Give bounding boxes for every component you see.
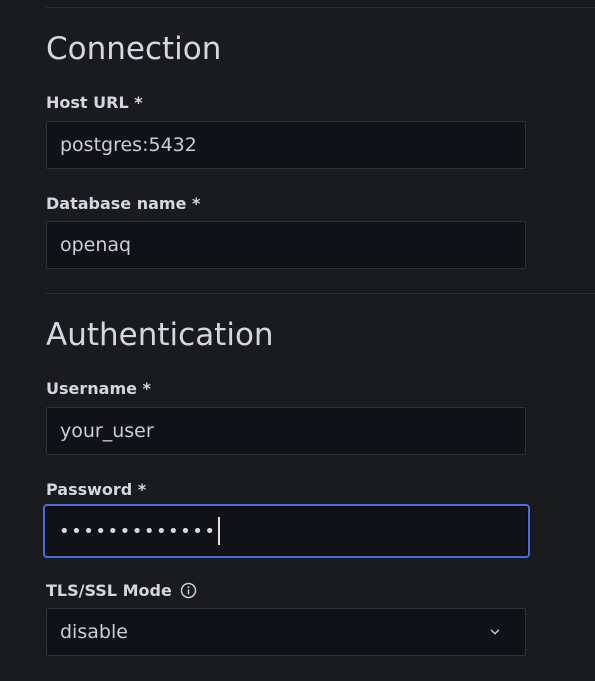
password-input[interactable]: ••••••••••••• xyxy=(43,504,530,558)
tls-ssl-mode-select[interactable]: disable xyxy=(46,608,526,656)
password-label: Password * xyxy=(46,480,147,499)
tls-ssl-mode-value: disable xyxy=(60,621,128,643)
database-name-label: Database name * xyxy=(46,194,201,213)
username-input[interactable] xyxy=(46,407,526,455)
info-icon[interactable] xyxy=(180,582,197,599)
section-divider xyxy=(46,293,595,294)
section-title-connection: Connection xyxy=(46,31,222,67)
text-caret xyxy=(217,517,220,545)
tls-ssl-mode-label-text: TLS/SSL Mode xyxy=(46,580,172,600)
host-url-input[interactable] xyxy=(46,121,526,169)
host-url-label: Host URL * xyxy=(46,93,143,112)
tls-ssl-mode-label: TLS/SSL Mode xyxy=(46,582,197,599)
top-divider xyxy=(46,7,595,8)
database-name-input[interactable] xyxy=(46,221,526,269)
password-masked-value: ••••••••••••• xyxy=(59,520,217,542)
section-title-authentication: Authentication xyxy=(46,317,274,353)
chevron-down-icon xyxy=(490,629,500,635)
username-label: Username * xyxy=(46,379,151,398)
